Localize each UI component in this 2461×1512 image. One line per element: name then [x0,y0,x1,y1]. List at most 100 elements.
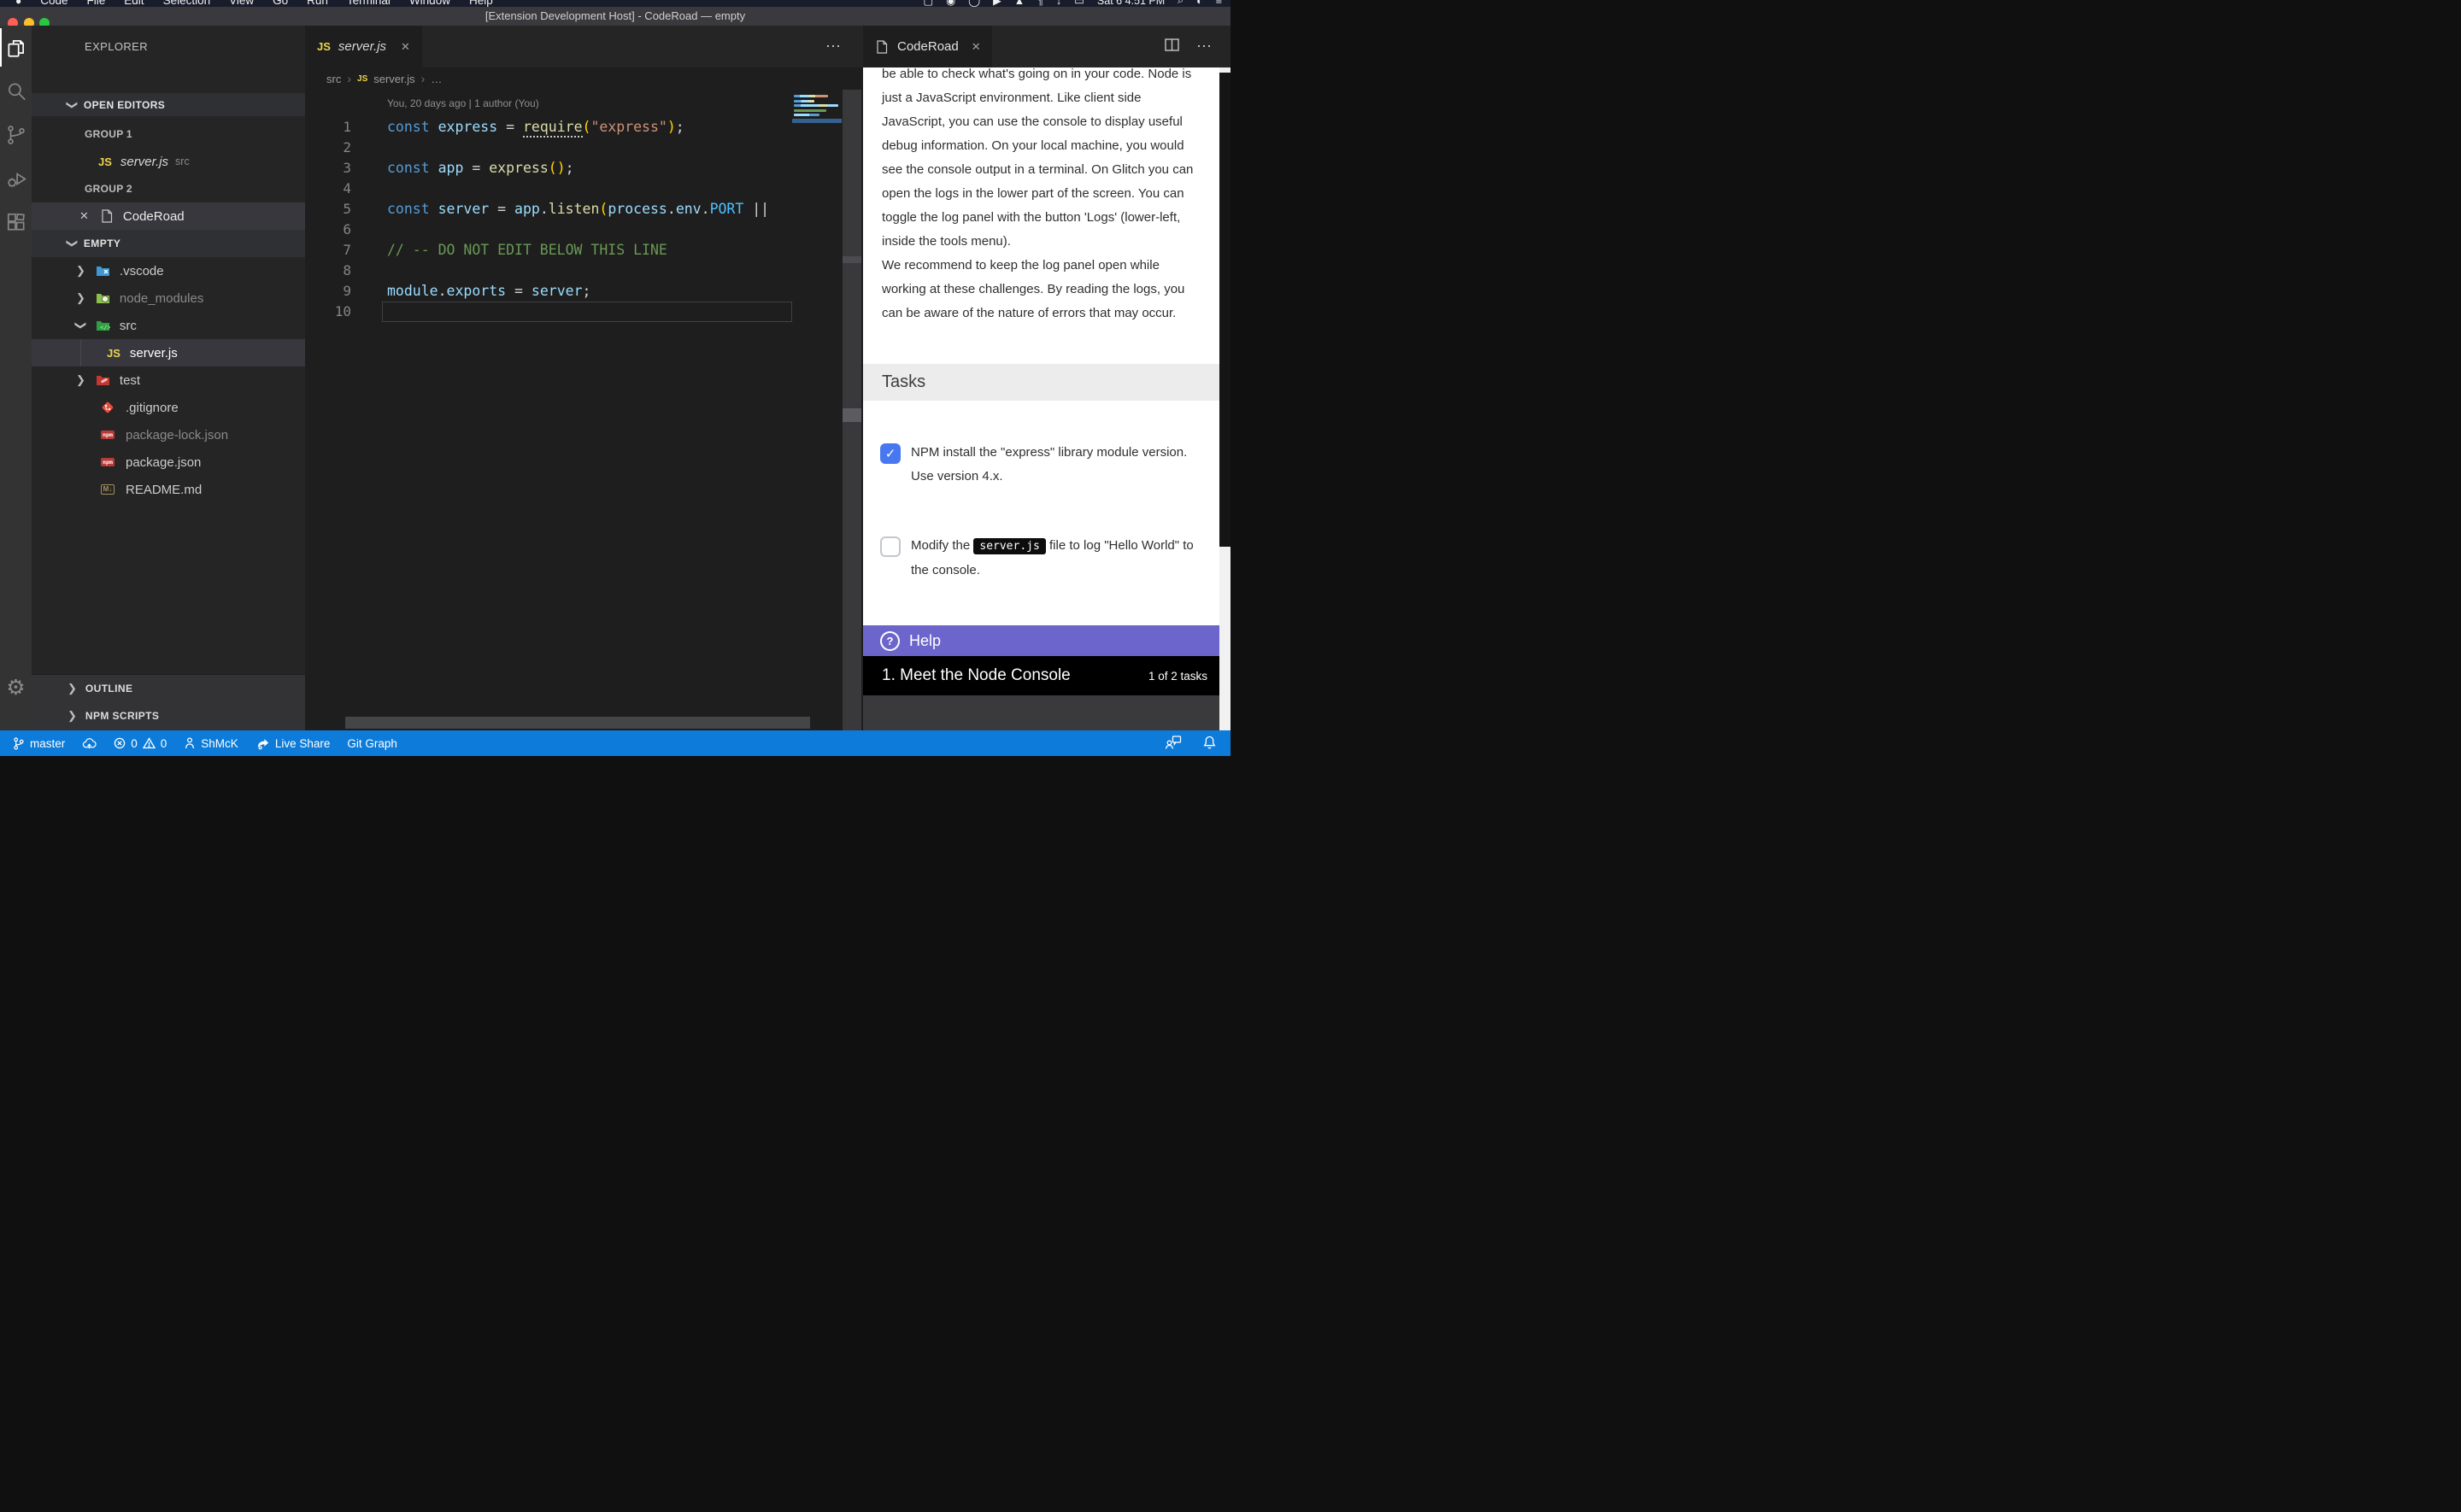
menu-view[interactable]: View [229,0,254,7]
chevron-down-icon: ❯ [65,100,79,109]
tree-item-gitignore[interactable]: .gitignore [32,394,305,421]
editor-scrollbar[interactable] [843,90,861,730]
menubar-status-icon[interactable]: ▭ [1074,0,1084,7]
npm-scripts-section[interactable]: ❯ NPM SCRIPTS [32,702,305,730]
menubar-status-icon[interactable]: ↓ [1056,0,1061,7]
notifications-bell-icon[interactable] [1202,735,1217,753]
menu-edit[interactable]: Edit [124,0,144,7]
coderoad-panel: CodeRoad ✕ ⋯ be able to check what's goi… [863,26,1230,730]
macos-menu-bar: ● Code File Edit Selection View Go Run T… [0,0,1230,7]
vscode-window: ● Code File Edit Selection View Go Run T… [0,0,1230,756]
webview-scrollbar[interactable] [1219,67,1230,730]
git-branch-status[interactable]: master [12,736,65,751]
code-line[interactable]: 6 [305,220,792,240]
minimap-line [794,104,838,107]
lesson-text: be able to check what's going on in your… [863,67,1219,364]
help-bar[interactable]: ? Help [863,625,1219,656]
menubar-status-icon[interactable]: ◯ [968,0,980,7]
search-icon[interactable] [0,69,32,113]
code-line[interactable]: 7// -- DO NOT EDIT BELOW THIS LINE [305,240,792,261]
breadcrumb-more[interactable]: … [431,73,442,85]
apple-menu-icon[interactable]: ● [15,0,21,7]
open-editor-server-js[interactable]: JS server.js src [32,148,305,175]
tree-item-package-lock[interactable]: npm package-lock.json [32,421,305,448]
tree-item-server-js[interactable]: JS server.js [32,339,305,366]
split-editor-icon[interactable] [1165,38,1179,56]
open-editor-coderoad[interactable]: ✕ CodeRoad [32,202,305,230]
code-line[interactable]: 9module.exports = server; [305,281,792,302]
menubar-clock[interactable]: Sat 6 4:51 PM [1097,0,1165,7]
horizontal-scrollbar[interactable] [345,717,810,729]
live-share-status[interactable]: Live Share [255,736,331,750]
menu-terminal[interactable]: Terminal [347,0,391,7]
more-actions-icon[interactable]: ⋯ [1196,38,1212,56]
file-detail: src [175,155,190,167]
feedback-icon[interactable] [1165,735,1182,753]
sidebar-title: EXPLORER [85,26,148,67]
tab-coderoad[interactable]: CodeRoad ✕ [863,26,992,67]
code-line[interactable]: 3const app = express(); [305,158,792,179]
tree-item-readme[interactable]: M↓ README.md [32,476,305,503]
menubar-list-icon[interactable]: ≡ [1216,0,1222,7]
menubar-status-icon[interactable]: ¶ [1037,0,1043,7]
git-icon [100,401,115,414]
tab-server-js[interactable]: JS server.js ✕ [305,26,422,67]
sync-status[interactable] [82,737,97,750]
menu-window[interactable]: Window [409,0,450,7]
open-editors-header[interactable]: ❯ OPEN EDITORS [32,93,305,116]
tree-item-package-json[interactable]: npm package.json [32,448,305,476]
lesson-footer[interactable]: 1. Meet the Node Console 1 of 2 tasks [863,656,1219,695]
extensions-icon[interactable] [0,200,32,243]
spotlight-icon[interactable]: ⌕ [1178,0,1184,7]
folder-section-header[interactable]: ❯ EMPTY [32,230,305,257]
code-line[interactable]: 5const server = app.listen(process.env.P… [305,199,792,220]
code-line[interactable]: 1const express = require("express"); [305,117,792,138]
more-actions-icon[interactable]: ⋯ [825,38,841,56]
panel-lower-band [863,695,1219,730]
tree-item-src[interactable]: ❯ </> src [32,312,305,339]
branch-icon [12,736,25,751]
breadcrumb-server-js[interactable]: server.js [373,73,414,85]
control-center-icon[interactable]: ◐ [1196,0,1203,7]
explorer-icon[interactable] [0,26,32,69]
scrollbar-thumb[interactable] [843,256,861,263]
codelens-blame[interactable]: You, 20 days ago | 1 author (You) [387,97,539,109]
checkbox-unchecked[interactable] [880,536,901,557]
menu-help[interactable]: Help [469,0,493,7]
breadcrumb[interactable]: src › JS server.js › … [305,67,863,90]
minimap[interactable] [792,90,842,261]
menu-file[interactable]: File [87,0,106,7]
menubar-status-icon[interactable]: ▢ [923,0,933,7]
checkbox-checked[interactable]: ✓ [880,443,901,464]
run-and-debug-icon[interactable] [0,156,32,200]
tree-item-test[interactable]: ❯ test [32,366,305,394]
sidebar-bottom-sections: ❯ OUTLINE ❯ NPM SCRIPTS [32,674,305,730]
code-editor[interactable]: You, 20 days ago | 1 author (You) 1const… [305,90,863,730]
outline-section[interactable]: ❯ OUTLINE [32,675,305,702]
scrollbar-thumb[interactable] [843,408,861,422]
problems-status[interactable]: 0 0 [114,737,167,750]
code-line[interactable]: 4 [305,179,792,199]
tree-item-node-modules[interactable]: ❯ node_modules [32,284,305,312]
code-line[interactable]: 8 [305,261,792,281]
account-status[interactable]: ShMcK [184,736,238,750]
scrollbar-thumb[interactable] [1219,73,1230,547]
breadcrumb-separator: › [347,72,351,85]
git-graph-status[interactable]: Git Graph [347,737,397,750]
tree-item-vscode[interactable]: ❯ .vscode [32,257,305,284]
chevron-down-icon: ❯ [65,239,79,249]
breadcrumb-src[interactable]: src [326,73,341,85]
menu-selection[interactable]: Selection [163,0,211,7]
menubar-status-icon[interactable]: ◉ [946,0,955,7]
manage-gear-icon[interactable]: ⚙ [0,665,32,709]
menu-run[interactable]: Run [307,0,328,7]
close-tab-icon[interactable]: ✕ [401,40,410,54]
code-line[interactable]: 2 [305,138,792,158]
menubar-status-icon[interactable]: ▶ [993,0,1001,7]
close-tab-icon[interactable]: ✕ [972,40,981,54]
menubar-status-icon[interactable]: ▲ [1014,0,1025,7]
source-control-icon[interactable] [0,113,32,156]
menu-go[interactable]: Go [273,0,288,7]
menu-code[interactable]: Code [40,0,68,7]
close-icon[interactable]: ✕ [79,209,89,223]
